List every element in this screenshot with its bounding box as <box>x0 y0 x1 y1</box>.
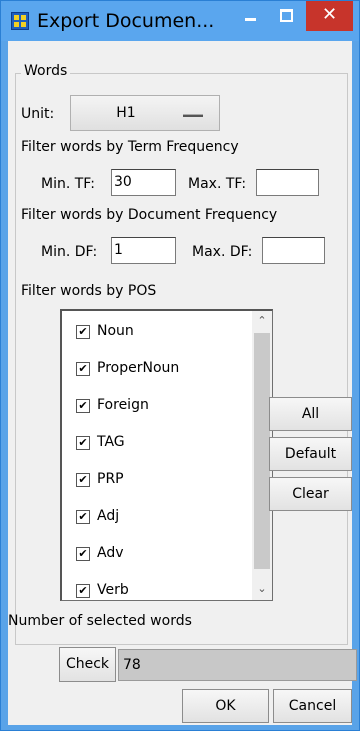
dialog-body: Words Unit: H1 Filter words by Term Freq… <box>8 41 357 725</box>
check-button[interactable]: Check <box>59 647 116 682</box>
min-tf-label: Min. TF: <box>41 176 95 192</box>
checkbox-icon[interactable]: ✔ <box>76 436 90 450</box>
selected-words-count: 78 <box>118 649 357 681</box>
pos-filter-heading: Filter words by POS <box>21 283 157 299</box>
checkbox-icon[interactable]: ✔ <box>76 362 90 376</box>
scroll-up-icon[interactable]: ⌃ <box>252 311 272 331</box>
title-bar[interactable]: Export Documen... ✕ <box>1 1 359 41</box>
export-dialog-window: Export Documen... ✕ Words Unit: H1 Filte… <box>0 0 360 731</box>
max-tf-label: Max. TF: <box>188 176 247 192</box>
clear-button[interactable]: Clear <box>269 477 352 511</box>
checkbox-icon[interactable]: ✔ <box>76 584 90 598</box>
words-group-title: Words <box>21 63 71 79</box>
max-tf-input[interactable] <box>256 169 319 196</box>
tf-filter-heading: Filter words by Term Frequency <box>21 139 239 155</box>
pos-checklist[interactable]: ✔ Noun ✔ ProperNoun ✔ Foreign ✔ TAG ✔ PRP ✔ Ad… <box>60 309 273 601</box>
default-button[interactable]: Default <box>269 437 352 471</box>
minimize-button[interactable] <box>235 1 265 31</box>
maximize-button[interactable] <box>271 1 301 31</box>
min-tf-input[interactable]: 30 <box>111 169 176 196</box>
selected-words-label: Number of selected words <box>8 613 192 629</box>
checkbox-icon[interactable]: ✔ <box>76 510 90 524</box>
checkbox-icon[interactable]: ✔ <box>76 399 90 413</box>
checkbox-icon[interactable]: ✔ <box>76 473 90 487</box>
unit-dropdown-value: H1 <box>116 105 136 121</box>
unit-label: Unit: <box>21 106 55 122</box>
max-df-input[interactable] <box>262 237 325 264</box>
close-button[interactable]: ✕ <box>306 1 353 31</box>
checkbox-icon[interactable]: ✔ <box>76 325 90 339</box>
app-icon <box>11 12 29 30</box>
checkbox-icon[interactable]: ✔ <box>76 547 90 561</box>
select-all-button[interactable]: All <box>269 397 352 431</box>
min-df-label: Min. DF: <box>41 244 98 260</box>
min-df-input[interactable]: 1 <box>111 237 176 264</box>
scrollbar-thumb[interactable] <box>254 333 270 569</box>
window-title: Export Documen... <box>37 10 215 32</box>
unit-dropdown[interactable]: H1 <box>70 95 220 131</box>
cancel-button[interactable]: Cancel <box>273 689 352 723</box>
ok-button[interactable]: OK <box>182 689 269 723</box>
dropdown-indicator-icon <box>183 114 203 117</box>
max-df-label: Max. DF: <box>192 244 253 260</box>
df-filter-heading: Filter words by Document Frequency <box>21 207 278 223</box>
scroll-down-icon[interactable]: ⌄ <box>252 579 272 599</box>
